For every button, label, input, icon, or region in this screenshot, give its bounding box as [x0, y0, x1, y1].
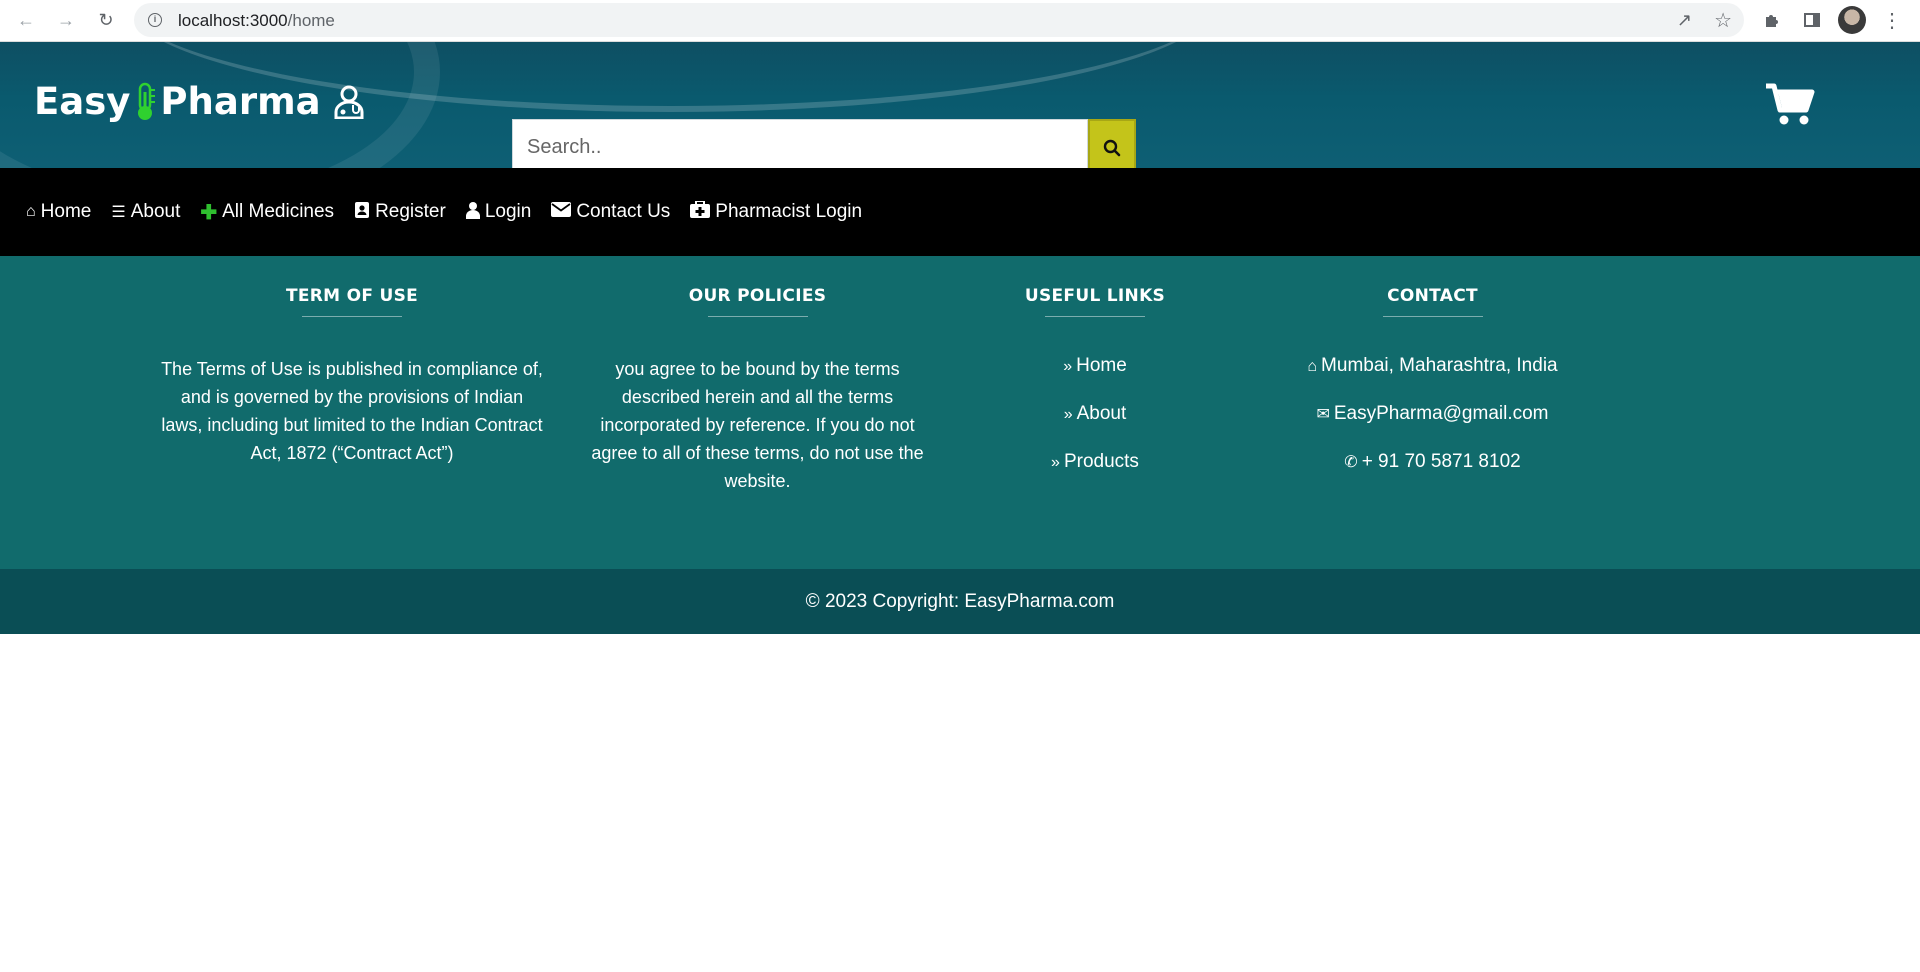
- logo-text-easy: Easy: [34, 80, 131, 123]
- thermometer-icon: [134, 82, 156, 122]
- double-chevron-right-icon: »: [1063, 406, 1073, 423]
- nav-contact-us[interactable]: Contact Us: [551, 201, 670, 223]
- double-chevron-right-icon: »: [1063, 358, 1073, 375]
- url-text[interactable]: localhost:3000/home: [178, 11, 335, 31]
- address-bar[interactable]: i localhost:3000/home ↗ ☆: [134, 3, 1744, 37]
- nav-pharmacist-login-label: Pharmacist Login: [715, 201, 863, 222]
- terms-text: The Terms of Use is published in complia…: [161, 359, 543, 463]
- policies-text: you agree to be bound by the terms descr…: [591, 359, 924, 491]
- doctor-icon: [333, 85, 365, 119]
- shopping-cart-icon[interactable]: [1764, 82, 1816, 126]
- phone-icon: ✆: [1344, 454, 1358, 471]
- contact-email-text: EasyPharma@gmail.com: [1333, 403, 1549, 424]
- browser-toolbar: ← → ↻ i localhost:3000/home ↗ ☆ ⋮: [0, 0, 1920, 42]
- envelope-icon: ✉: [1316, 406, 1330, 423]
- nav-all-medicines[interactable]: ✚ All Medicines: [200, 200, 334, 225]
- url-path: /home: [287, 11, 335, 30]
- back-arrow-icon[interactable]: ←: [14, 8, 38, 32]
- site-footer: TERM OF USE The Terms of Use is publishe…: [0, 256, 1920, 569]
- contact-divider: [1382, 316, 1483, 317]
- footer-contact-column: CONTACT ⌂ Mumbai, Maharashtra, India ✉ Eas…: [1260, 286, 1605, 499]
- plus-icon: ✚: [200, 201, 218, 224]
- site-info-icon[interactable]: i: [148, 13, 162, 27]
- footer-terms-column: TERM OF USE The Terms of Use is publishe…: [160, 286, 544, 467]
- nav-home-label: Home: [40, 201, 92, 222]
- address-book-icon: [354, 201, 370, 224]
- search-input[interactable]: [512, 119, 1088, 168]
- nav-login-label: Login: [484, 201, 532, 222]
- nav-home[interactable]: ⌂ Home: [26, 201, 91, 223]
- footer-link-about[interactable]: » About: [1000, 403, 1190, 426]
- footer-policies-column: OUR POLICIES you agree to be bound by th…: [580, 286, 935, 495]
- nav-all-medicines-label: All Medicines: [222, 201, 335, 222]
- nav-pharmacist-login[interactable]: Pharmacist Login: [690, 200, 863, 223]
- logo-text-pharma: Pharma: [160, 80, 321, 123]
- footer-link-products[interactable]: » Products: [1000, 451, 1190, 474]
- home-icon: ⌂: [1307, 358, 1318, 375]
- main-navigation: ⌂ Home ☰ About ✚ All Medicines Register …: [0, 168, 1920, 256]
- contact-heading: CONTACT: [1387, 286, 1478, 306]
- site-header: Easy Pharma: [0, 42, 1920, 168]
- contact-email: ✉ EasyPharma@gmail.com: [1260, 403, 1605, 426]
- nav-register[interactable]: Register: [354, 201, 446, 224]
- footer-link-products-label: Products: [1063, 451, 1139, 472]
- links-divider: [1045, 316, 1145, 317]
- list-icon: ☰: [111, 204, 126, 221]
- side-panel-icon[interactable]: [1800, 6, 1824, 34]
- copyright-text: © 2023 Copyright: EasyPharma.com: [805, 590, 1115, 612]
- url-host: localhost:3000: [178, 11, 288, 30]
- search-bar: [512, 119, 1136, 168]
- envelope-icon: [551, 202, 572, 222]
- footer-link-home[interactable]: » Home: [1000, 355, 1190, 378]
- copyright-bar: © 2023 Copyright: EasyPharma.com: [0, 569, 1920, 634]
- nav-about-label: About: [130, 201, 181, 222]
- profile-avatar[interactable]: [1838, 6, 1866, 34]
- reload-icon[interactable]: ↻: [94, 8, 118, 32]
- footer-link-home-label: Home: [1076, 355, 1127, 376]
- extensions-puzzle-icon[interactable]: [1760, 6, 1784, 34]
- search-button[interactable]: [1088, 119, 1136, 168]
- double-chevron-right-icon: »: [1051, 454, 1060, 471]
- terms-divider: [302, 316, 402, 317]
- share-icon[interactable]: ↗: [1677, 10, 1692, 31]
- links-heading: USEFUL LINKS: [1024, 286, 1166, 306]
- nav-login[interactable]: Login: [465, 201, 532, 224]
- contact-phone-text: + 91 70 5871 8102: [1361, 451, 1521, 472]
- menu-kebab-icon[interactable]: ⋮: [1880, 6, 1904, 34]
- forward-arrow-icon[interactable]: →: [54, 8, 78, 32]
- footer-link-about-label: About: [1076, 403, 1127, 424]
- terms-heading: TERM OF USE: [285, 286, 419, 306]
- nav-contact-us-label: Contact Us: [576, 201, 671, 222]
- home-icon: ⌂: [26, 203, 36, 220]
- bookmark-star-icon[interactable]: ☆: [1714, 8, 1732, 33]
- contact-phone: ✆ + 91 70 5871 8102: [1260, 451, 1605, 474]
- nav-register-label: Register: [375, 201, 446, 222]
- policies-divider: [707, 316, 808, 317]
- medkit-icon: [690, 200, 711, 223]
- footer-links-column: USEFUL LINKS » Home » About » Products: [1000, 286, 1190, 499]
- contact-address-text: Mumbai, Maharashtra, India: [1321, 355, 1558, 376]
- user-icon: [465, 201, 480, 224]
- contact-address: ⌂ Mumbai, Maharashtra, India: [1260, 355, 1605, 378]
- search-icon: [1103, 139, 1121, 156]
- nav-about[interactable]: ☰ About: [111, 201, 180, 223]
- policies-heading: OUR POLICIES: [688, 286, 827, 306]
- site-logo[interactable]: Easy Pharma: [34, 80, 365, 123]
